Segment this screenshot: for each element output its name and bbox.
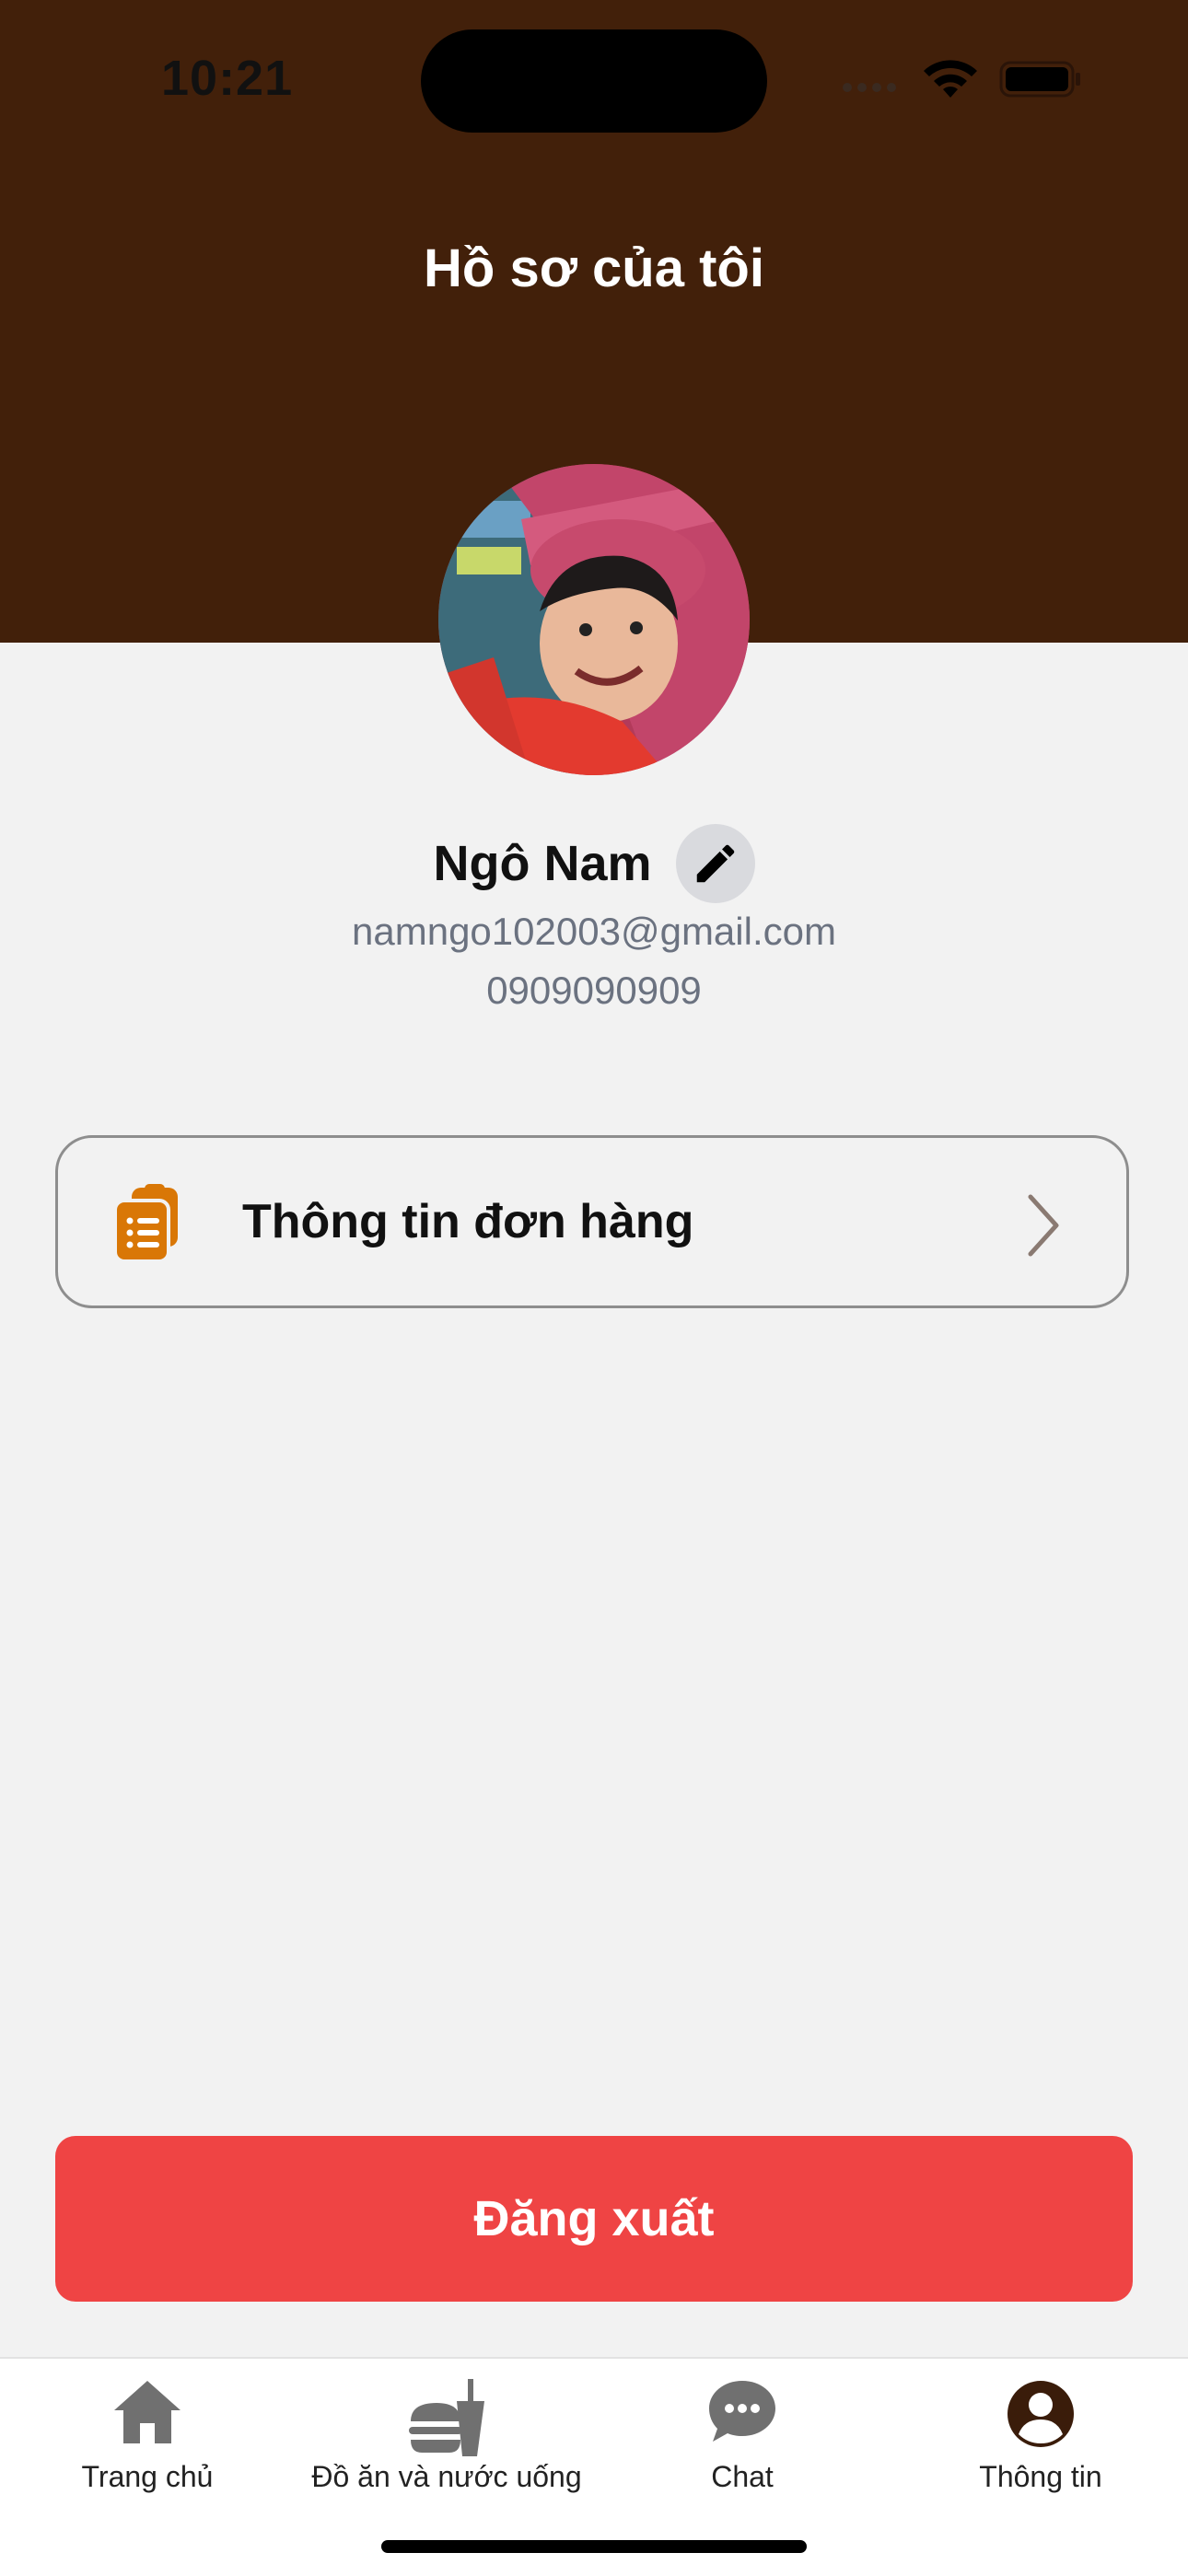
order-info-item[interactable]: Thông tin đơn hàng: [55, 1135, 1129, 1308]
status-time: 10:21: [161, 51, 294, 106]
pencil-icon: [696, 844, 734, 883]
wifi-icon: [924, 60, 977, 98]
tab-home-label: Trang chủ: [81, 2460, 214, 2493]
avatar: [438, 464, 750, 775]
tab-chat[interactable]: Chat: [632, 2359, 853, 2506]
dynamic-island: [421, 29, 767, 133]
battery-icon: [999, 61, 1080, 98]
home-icon: [114, 2381, 181, 2443]
user-email: namngo102003@gmail.com: [352, 910, 836, 953]
user-circle-icon: [1007, 2381, 1074, 2447]
edit-profile-button[interactable]: [675, 824, 755, 903]
chat-bubble-icon: [709, 2381, 775, 2442]
food-drink-icon: [409, 2379, 484, 2456]
tab-profile[interactable]: Thông tin: [930, 2359, 1151, 2506]
tab-food-drink-label: Đồ ăn và nước uống: [311, 2460, 582, 2493]
order-info-label: Thông tin đơn hàng: [242, 1195, 694, 1248]
tab-food-drink[interactable]: Đồ ăn và nước uống: [295, 2359, 599, 2506]
user-name: Ngô Nam: [433, 836, 652, 891]
page-title: Hồ sơ của tôi: [424, 238, 764, 298]
home-indicator: [381, 2540, 807, 2553]
tab-chat-label: Chat: [711, 2460, 774, 2493]
cellular-signal-icon: [843, 83, 898, 96]
tab-profile-label: Thông tin: [979, 2460, 1102, 2493]
tab-home[interactable]: Trang chủ: [37, 2359, 258, 2506]
chevron-right-icon: [1028, 1194, 1059, 1257]
clipboard-list-icon: [113, 1184, 178, 1263]
logout-button[interactable]: Đăng xuất: [55, 2136, 1133, 2302]
user-phone: 0909090909: [486, 969, 702, 1012]
